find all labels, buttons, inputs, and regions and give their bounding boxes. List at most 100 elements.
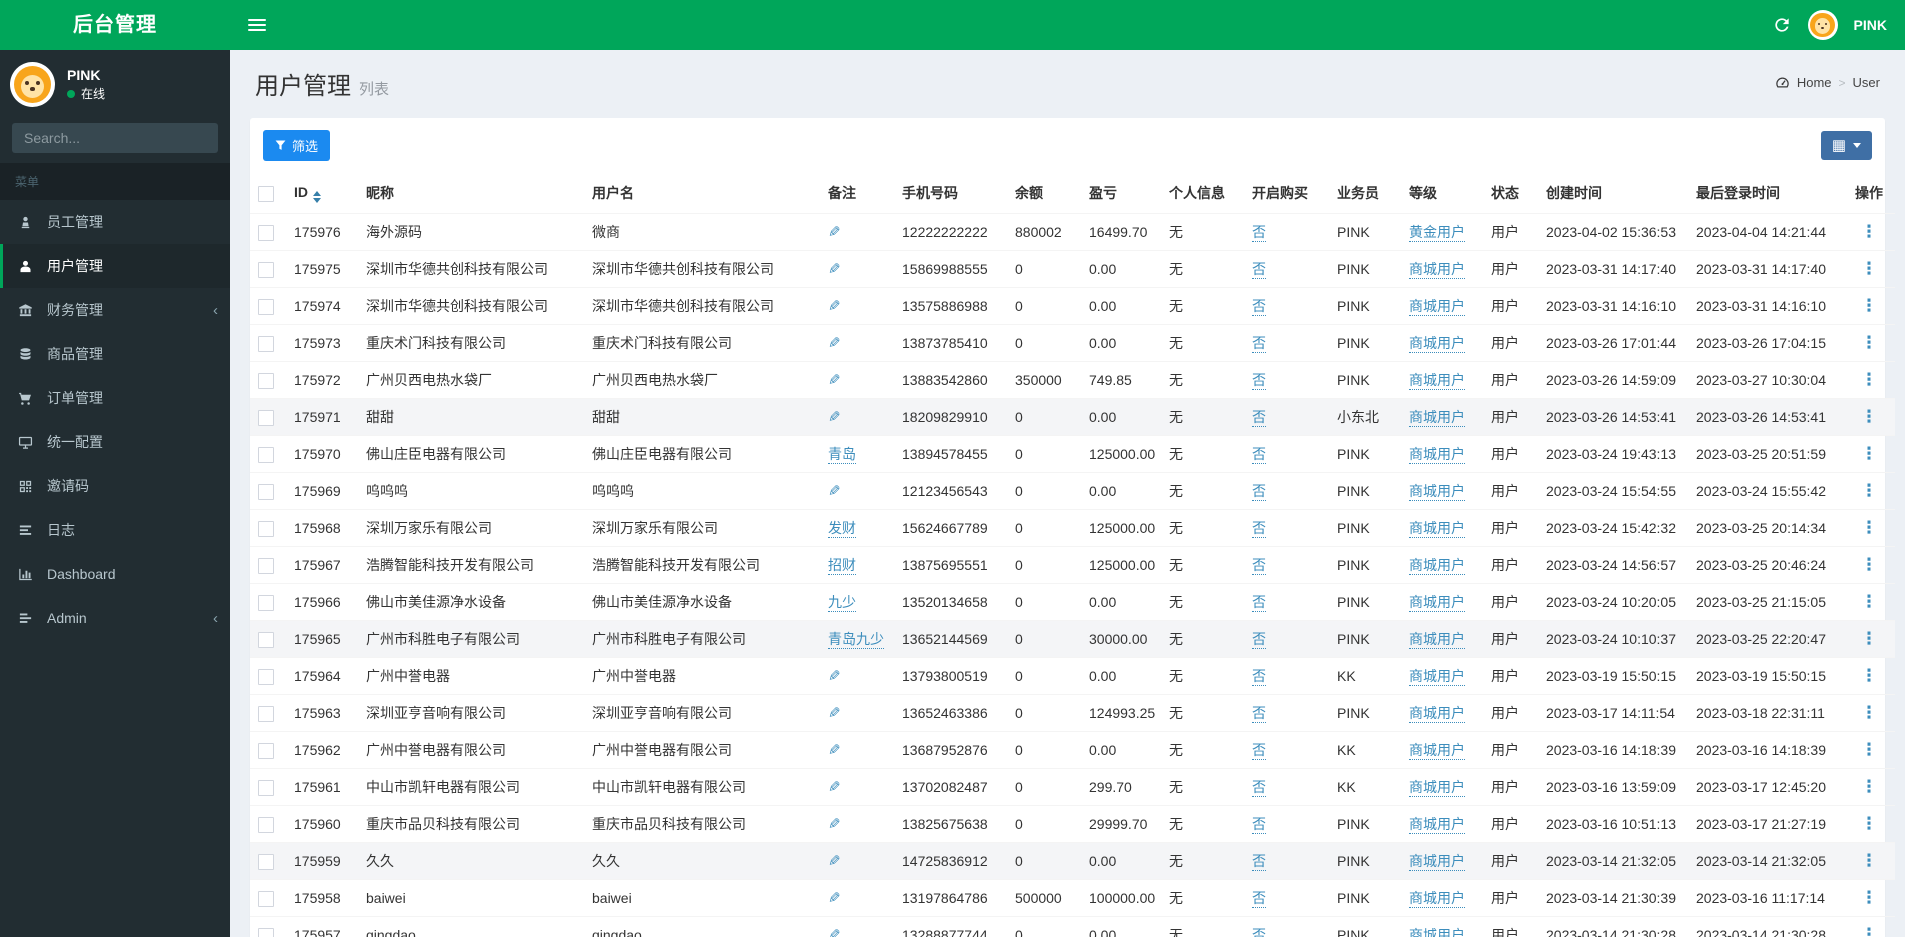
level-link[interactable]: 商城用户: [1409, 335, 1465, 353]
level-link[interactable]: 商城用户: [1409, 520, 1465, 538]
sidebar-item-logs[interactable]: 日志: [0, 508, 230, 552]
sidebar-item-finance[interactable]: 财务管理‹: [0, 288, 230, 332]
sort-icon[interactable]: [313, 191, 321, 203]
hamburger-menu-icon[interactable]: [248, 19, 266, 31]
open-buy-link[interactable]: 否: [1252, 224, 1266, 242]
edit-remark-icon[interactable]: ✎: [828, 778, 841, 796]
row-checkbox[interactable]: [258, 743, 274, 759]
row-checkbox[interactable]: [258, 928, 274, 937]
open-buy-link[interactable]: 否: [1252, 816, 1266, 834]
remark-link[interactable]: 招财: [828, 557, 856, 575]
level-link[interactable]: 商城用户: [1409, 705, 1465, 723]
row-actions-icon[interactable]: ⋮: [1861, 814, 1878, 833]
level-link[interactable]: 黄金用户: [1409, 224, 1465, 242]
breadcrumb-home[interactable]: Home: [1797, 75, 1832, 90]
level-link[interactable]: 商城用户: [1409, 927, 1465, 937]
sidebar-item-goods[interactable]: 商品管理: [0, 332, 230, 376]
row-checkbox[interactable]: [258, 817, 274, 833]
row-actions-icon[interactable]: ⋮: [1861, 444, 1878, 463]
level-link[interactable]: 商城用户: [1409, 372, 1465, 390]
row-actions-icon[interactable]: ⋮: [1861, 222, 1878, 241]
level-link[interactable]: 商城用户: [1409, 557, 1465, 575]
edit-remark-icon[interactable]: ✎: [828, 223, 841, 241]
row-checkbox[interactable]: [258, 558, 274, 574]
row-checkbox[interactable]: [258, 854, 274, 870]
level-link[interactable]: 商城用户: [1409, 668, 1465, 686]
level-link[interactable]: 商城用户: [1409, 890, 1465, 908]
edit-remark-icon[interactable]: ✎: [828, 482, 841, 500]
row-checkbox[interactable]: [258, 262, 274, 278]
open-buy-link[interactable]: 否: [1252, 705, 1266, 723]
edit-remark-icon[interactable]: ✎: [828, 334, 841, 352]
edit-remark-icon[interactable]: ✎: [828, 408, 841, 426]
level-link[interactable]: 商城用户: [1409, 594, 1465, 612]
row-actions-icon[interactable]: ⋮: [1861, 296, 1878, 315]
row-actions-icon[interactable]: ⋮: [1861, 888, 1878, 907]
column-selector-button[interactable]: ▦: [1821, 131, 1872, 160]
row-checkbox[interactable]: [258, 336, 274, 352]
open-buy-link[interactable]: 否: [1252, 483, 1266, 501]
edit-remark-icon[interactable]: ✎: [828, 371, 841, 389]
level-link[interactable]: 商城用户: [1409, 409, 1465, 427]
level-link[interactable]: 商城用户: [1409, 742, 1465, 760]
sidebar-item-dashboard[interactable]: Dashboard: [0, 552, 230, 596]
row-checkbox[interactable]: [258, 632, 274, 648]
sidebar-item-staff[interactable]: 员工管理: [0, 200, 230, 244]
select-all-checkbox[interactable]: [258, 186, 274, 202]
row-actions-icon[interactable]: ⋮: [1861, 629, 1878, 648]
row-actions-icon[interactable]: ⋮: [1861, 925, 1878, 937]
search-input[interactable]: [12, 123, 217, 153]
row-checkbox[interactable]: [258, 669, 274, 685]
open-buy-link[interactable]: 否: [1252, 779, 1266, 797]
sidebar-item-orders[interactable]: 订单管理: [0, 376, 230, 420]
search-button[interactable]: [217, 123, 218, 153]
row-checkbox[interactable]: [258, 447, 274, 463]
row-actions-icon[interactable]: ⋮: [1861, 555, 1878, 574]
remark-link[interactable]: 青岛九少: [828, 631, 884, 649]
level-link[interactable]: 商城用户: [1409, 261, 1465, 279]
edit-remark-icon[interactable]: ✎: [828, 889, 841, 907]
edit-remark-icon[interactable]: ✎: [828, 297, 841, 315]
open-buy-link[interactable]: 否: [1252, 409, 1266, 427]
edit-remark-icon[interactable]: ✎: [828, 815, 841, 833]
row-checkbox[interactable]: [258, 780, 274, 796]
row-checkbox[interactable]: [258, 595, 274, 611]
edit-remark-icon[interactable]: ✎: [828, 926, 841, 937]
edit-remark-icon[interactable]: ✎: [828, 667, 841, 685]
level-link[interactable]: 商城用户: [1409, 779, 1465, 797]
edit-remark-icon[interactable]: ✎: [828, 741, 841, 759]
remark-link[interactable]: 发财: [828, 520, 856, 538]
open-buy-link[interactable]: 否: [1252, 594, 1266, 612]
remark-link[interactable]: 青岛: [828, 446, 856, 464]
row-actions-icon[interactable]: ⋮: [1861, 407, 1878, 426]
open-buy-link[interactable]: 否: [1252, 261, 1266, 279]
level-link[interactable]: 商城用户: [1409, 631, 1465, 649]
row-actions-icon[interactable]: ⋮: [1861, 481, 1878, 500]
refresh-icon[interactable]: [1772, 15, 1792, 35]
open-buy-link[interactable]: 否: [1252, 372, 1266, 390]
open-buy-link[interactable]: 否: [1252, 668, 1266, 686]
open-buy-link[interactable]: 否: [1252, 557, 1266, 575]
row-checkbox[interactable]: [258, 521, 274, 537]
remark-link[interactable]: 九少: [828, 594, 856, 612]
column-header-id[interactable]: ID: [286, 173, 358, 214]
row-checkbox[interactable]: [258, 706, 274, 722]
open-buy-link[interactable]: 否: [1252, 853, 1266, 871]
row-checkbox[interactable]: [258, 225, 274, 241]
row-actions-icon[interactable]: ⋮: [1861, 333, 1878, 352]
row-checkbox[interactable]: [258, 891, 274, 907]
edit-remark-icon[interactable]: ✎: [828, 852, 841, 870]
row-actions-icon[interactable]: ⋮: [1861, 851, 1878, 870]
level-link[interactable]: 商城用户: [1409, 298, 1465, 316]
row-actions-icon[interactable]: ⋮: [1861, 592, 1878, 611]
row-actions-icon[interactable]: ⋮: [1861, 518, 1878, 537]
row-actions-icon[interactable]: ⋮: [1861, 666, 1878, 685]
filter-button[interactable]: 筛选: [263, 130, 330, 161]
sidebar-item-config[interactable]: 统一配置: [0, 420, 230, 464]
sidebar-item-users[interactable]: 用户管理: [0, 244, 230, 288]
row-actions-icon[interactable]: ⋮: [1861, 740, 1878, 759]
row-actions-icon[interactable]: ⋮: [1861, 703, 1878, 722]
row-actions-icon[interactable]: ⋮: [1861, 777, 1878, 796]
open-buy-link[interactable]: 否: [1252, 446, 1266, 464]
row-actions-icon[interactable]: ⋮: [1861, 259, 1878, 278]
